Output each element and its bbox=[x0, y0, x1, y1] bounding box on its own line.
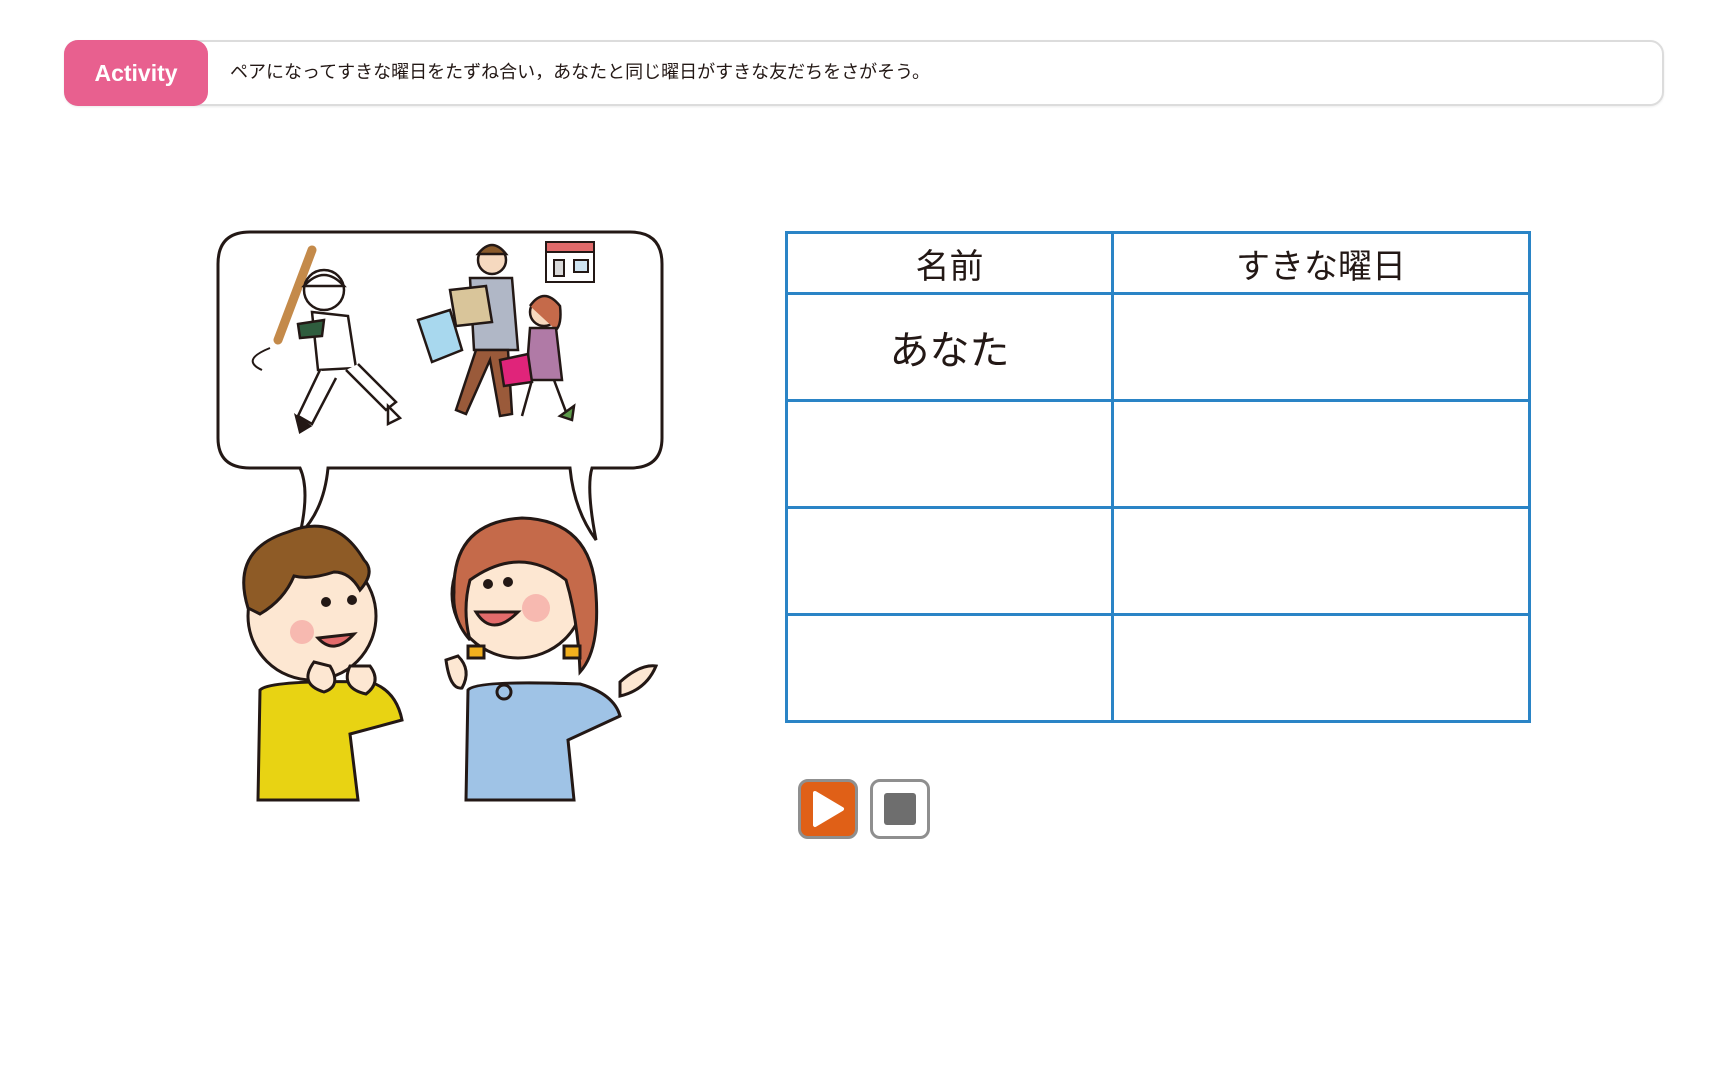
cell-name bbox=[785, 399, 1114, 509]
header-favorite-day: すきな曜日 bbox=[1111, 231, 1531, 295]
girl-icon bbox=[444, 516, 659, 802]
header-name: 名前 bbox=[785, 231, 1114, 295]
activity-badge: Activity bbox=[64, 40, 208, 106]
table-header-row: 名前 すきな曜日 bbox=[785, 231, 1531, 295]
table-row bbox=[785, 399, 1531, 509]
table-row: あなた bbox=[785, 292, 1531, 402]
conversation-illustration bbox=[216, 230, 664, 802]
table-row bbox=[785, 613, 1531, 723]
cell-favorite-day bbox=[1111, 613, 1531, 723]
cell-favorite-day bbox=[1111, 292, 1531, 402]
audio-controls bbox=[798, 779, 930, 839]
shop-icon bbox=[545, 241, 595, 283]
activity-header: Activity ペアになってすきな曜日をたずね合い，あなたと同じ曜日がすきな友… bbox=[64, 40, 1664, 106]
activity-instruction: ペアになってすきな曜日をたずね合い，あなたと同じ曜日がすきな友だちをさがそう。 bbox=[230, 62, 931, 83]
stop-icon bbox=[884, 793, 916, 825]
cell-favorite-day bbox=[1111, 399, 1531, 509]
stop-button[interactable] bbox=[870, 779, 930, 839]
speech-bubble-icon bbox=[216, 230, 664, 541]
boy-icon bbox=[242, 524, 404, 802]
play-button[interactable] bbox=[798, 779, 858, 839]
favorite-day-table: 名前 すきな曜日 あなた bbox=[785, 231, 1531, 723]
cell-name: あなた bbox=[785, 292, 1114, 402]
cell-name bbox=[785, 506, 1114, 616]
play-icon bbox=[813, 791, 844, 827]
cell-favorite-day bbox=[1111, 506, 1531, 616]
table-row bbox=[785, 506, 1531, 616]
cell-name bbox=[785, 613, 1114, 723]
